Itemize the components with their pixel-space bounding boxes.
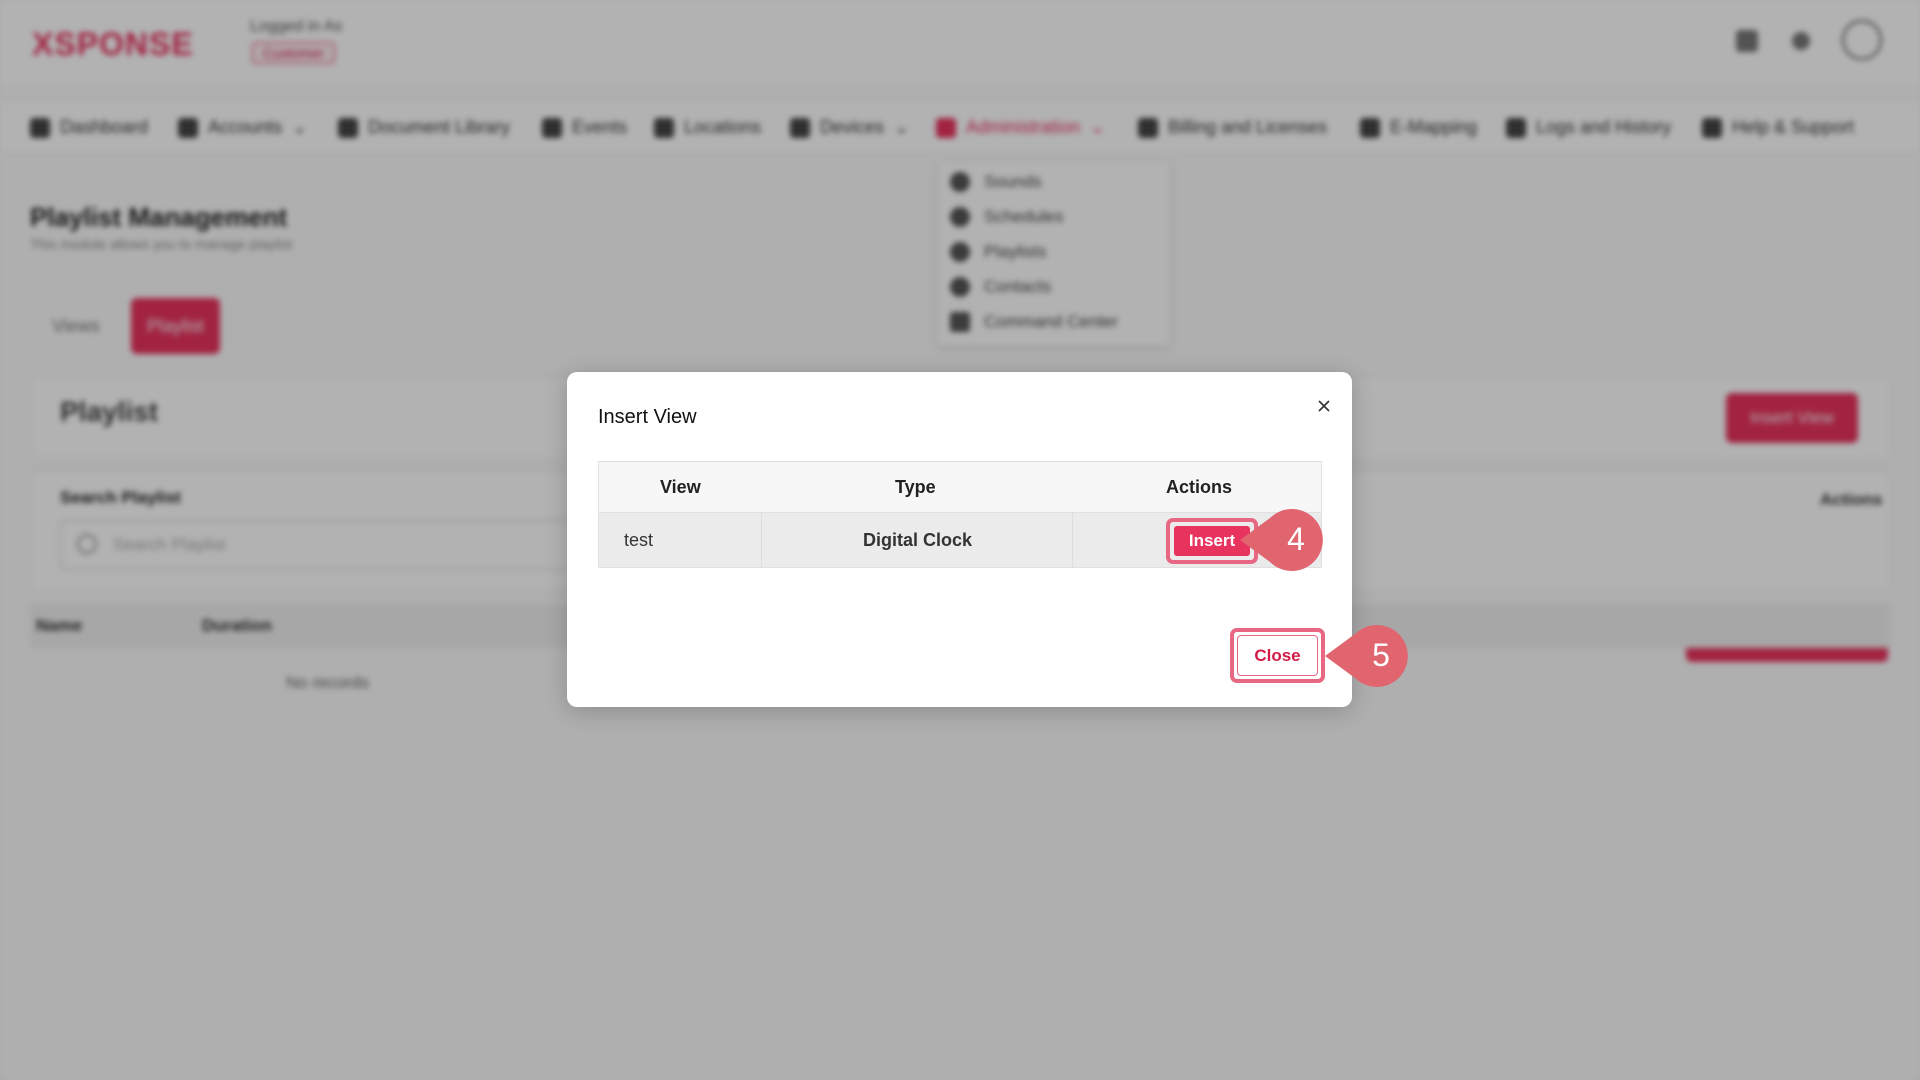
views-table-header: View Type Actions [599,462,1321,513]
column-view: View [660,477,701,497]
step-callout-5: 5 [1325,624,1417,693]
cell-divider [1072,513,1073,567]
close-highlight: Close [1230,628,1325,683]
close-button[interactable]: Close [1237,635,1318,676]
close-icon[interactable] [1314,396,1334,416]
cell-view-name: test [624,530,654,550]
table-row: test Digital Clock Insert [599,513,1321,567]
step-callout-4: 4 [1240,508,1332,577]
step-number: 4 [1287,521,1305,557]
column-type: Type [895,477,936,497]
column-actions: Actions [1166,477,1233,497]
insert-button[interactable]: Insert [1174,526,1250,556]
cell-divider [761,513,762,567]
step-number: 5 [1372,637,1390,673]
modal-title: Insert View [598,406,697,428]
views-table: View Type Actions test Digital Clock Ins… [598,461,1322,568]
insert-view-modal: Insert View View Type Actions test Digit… [567,372,1352,707]
cell-view-type: Digital Clock [863,530,973,550]
